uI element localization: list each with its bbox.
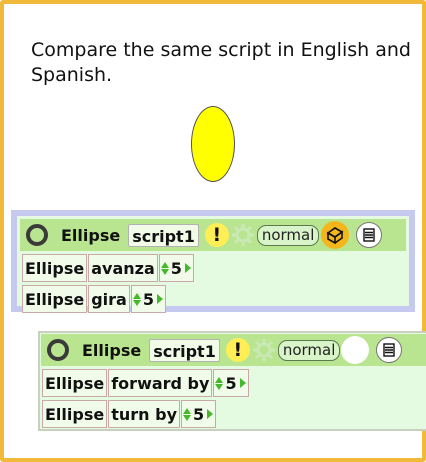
status-dropdown[interactable]: normal bbox=[256, 224, 320, 246]
menu-icon[interactable] bbox=[356, 222, 383, 248]
right-arrow-icon[interactable] bbox=[207, 409, 214, 419]
command-tile[interactable]: gira bbox=[88, 285, 130, 313]
object-tile[interactable]: Ellipse bbox=[42, 369, 108, 397]
object-tile[interactable]: Ellipse bbox=[22, 254, 88, 282]
tile-row[interactable]: Ellipse forward by 5 bbox=[42, 369, 249, 397]
number-value[interactable]: 5 bbox=[193, 405, 204, 424]
command-tile[interactable]: avanza bbox=[88, 254, 158, 282]
blank-circle-icon[interactable] bbox=[341, 336, 370, 364]
number-tile[interactable]: 5 bbox=[158, 254, 194, 282]
tile-row[interactable]: Ellipse gira 5 bbox=[22, 285, 166, 313]
halo-circle-icon[interactable] bbox=[26, 224, 48, 246]
up-down-arrows-icon[interactable] bbox=[132, 292, 142, 306]
menu-icon[interactable] bbox=[376, 337, 403, 363]
status-dropdown[interactable]: normal bbox=[277, 339, 341, 361]
right-arrow-icon[interactable] bbox=[156, 294, 163, 304]
number-tile[interactable]: 5 bbox=[213, 369, 249, 397]
halo-circle-icon[interactable] bbox=[47, 339, 69, 361]
yellow-ellipse[interactable] bbox=[191, 106, 235, 182]
number-tile[interactable]: 5 bbox=[181, 400, 217, 428]
number-tile[interactable]: 5 bbox=[130, 285, 166, 313]
right-arrow-icon[interactable] bbox=[239, 378, 246, 388]
script-name-field[interactable]: script1 bbox=[128, 223, 199, 247]
shape-icon[interactable] bbox=[321, 221, 350, 249]
command-tile[interactable]: turn by bbox=[108, 400, 180, 428]
up-down-arrows-icon[interactable] bbox=[215, 376, 224, 390]
tile-row[interactable]: Ellipse turn by 5 bbox=[42, 400, 217, 428]
right-arrow-icon[interactable] bbox=[184, 263, 191, 273]
gear-icon[interactable] bbox=[230, 222, 256, 248]
script-header: Ellipse script1 ! normal bbox=[41, 334, 426, 366]
tile-row[interactable]: Ellipse avanza 5 bbox=[22, 254, 194, 282]
number-value[interactable]: 5 bbox=[143, 290, 154, 309]
command-tile[interactable]: forward by bbox=[108, 369, 213, 397]
instruction-text: Compare the same script in English and S… bbox=[31, 39, 411, 86]
object-tile[interactable]: Ellipse bbox=[42, 400, 108, 428]
gear-icon[interactable] bbox=[251, 337, 277, 363]
object-tile[interactable]: Ellipse bbox=[22, 285, 88, 313]
number-value[interactable]: 5 bbox=[225, 374, 236, 393]
object-name: Ellipse bbox=[82, 340, 142, 360]
spanish-script-panel[interactable]: Ellipse script1 ! normal Ellipse avanza … bbox=[11, 210, 415, 313]
number-value[interactable]: 5 bbox=[171, 259, 182, 278]
script-name-field[interactable]: script1 bbox=[149, 338, 220, 362]
object-name: Ellipse bbox=[61, 225, 121, 245]
run-once-label: ! bbox=[212, 224, 222, 246]
script-header: Ellipse script1 ! normal bbox=[20, 219, 406, 251]
up-down-arrows-icon[interactable] bbox=[160, 261, 170, 275]
exclamation-icon[interactable]: ! bbox=[225, 338, 250, 362]
exclamation-icon[interactable]: ! bbox=[204, 223, 229, 247]
english-script-panel[interactable]: Ellipse script1 ! normal Ellipse forward… bbox=[38, 331, 426, 431]
run-once-label: ! bbox=[233, 339, 243, 361]
up-down-arrows-icon[interactable] bbox=[183, 407, 192, 421]
